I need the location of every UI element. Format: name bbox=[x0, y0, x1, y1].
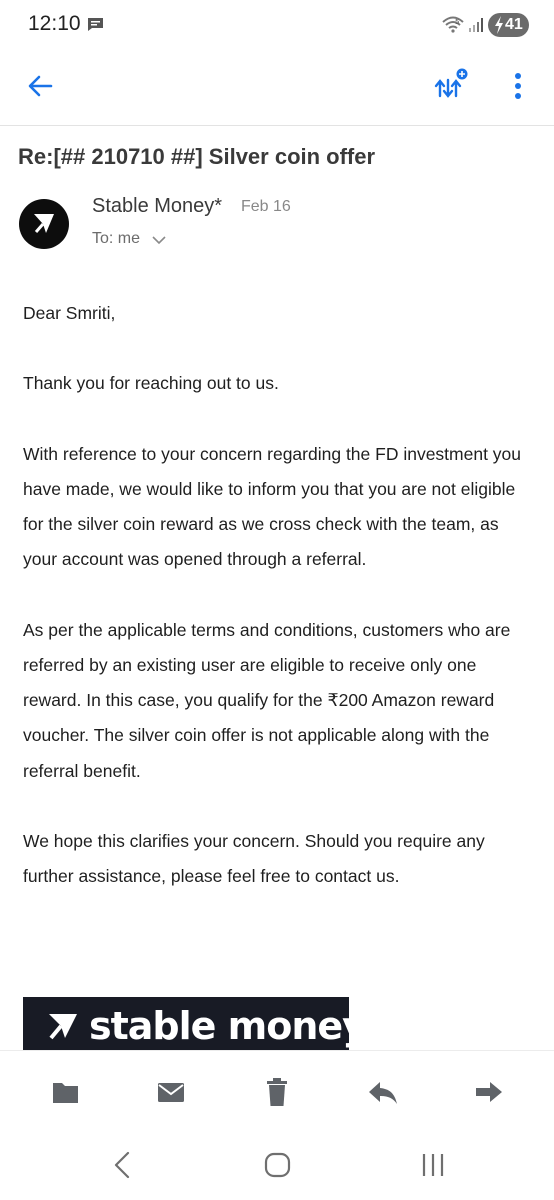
email-action-bar bbox=[0, 1050, 554, 1132]
recipient-line: To: me bbox=[92, 230, 141, 247]
email-date: Feb 16 bbox=[241, 198, 291, 215]
signal-icon bbox=[469, 18, 483, 32]
stable-money-mark-icon bbox=[49, 1014, 77, 1040]
battery-level: 41 bbox=[505, 16, 523, 33]
recipient-details-toggle[interactable]: To: me bbox=[92, 230, 166, 248]
email-paragraph: Dear Smriti, bbox=[23, 303, 116, 323]
email-paragraph: We hope this clarifies your concern. Sho… bbox=[23, 830, 485, 887]
email-paragraph: Thank you for reaching out to us. bbox=[23, 373, 279, 394]
stable-money-logo-banner: stable money bbox=[23, 997, 349, 1050]
sort-spark-icon[interactable] bbox=[432, 66, 472, 102]
sender-name: Stable Money* bbox=[92, 195, 223, 217]
arrow-left-icon[interactable] bbox=[22, 68, 58, 104]
archive-icon[interactable] bbox=[50, 1077, 82, 1107]
back-nav-icon[interactable] bbox=[106, 1149, 140, 1181]
message-notification-icon bbox=[88, 18, 103, 31]
recents-nav-icon[interactable] bbox=[416, 1149, 450, 1181]
chevron-down-icon bbox=[152, 235, 166, 244]
mail-icon[interactable] bbox=[155, 1077, 187, 1107]
email-paragraph: With reference to your concern regarding… bbox=[23, 443, 522, 570]
forward-icon[interactable] bbox=[472, 1077, 504, 1107]
sender-avatar[interactable] bbox=[19, 199, 69, 249]
email-body: Dear Smriti, Thank you for reaching out … bbox=[23, 296, 535, 930]
wifi-icon: 5 bbox=[442, 16, 464, 33]
status-bar: 12:10 5 41 bbox=[0, 0, 554, 52]
email-subject: Re:[## 210710 ##] Silver coin offer bbox=[18, 144, 376, 169]
svg-text:5: 5 bbox=[455, 18, 459, 26]
top-app-bar bbox=[0, 52, 554, 126]
stable-money-logo-icon bbox=[34, 214, 54, 233]
charging-bolt-icon bbox=[495, 16, 503, 34]
logo-wordmark: stable money bbox=[89, 1004, 349, 1048]
more-vert-icon[interactable] bbox=[502, 68, 534, 104]
battery-indicator: 41 bbox=[488, 13, 529, 37]
system-nav-bar bbox=[0, 1132, 554, 1200]
home-nav-icon[interactable] bbox=[261, 1149, 295, 1181]
reply-icon[interactable] bbox=[367, 1077, 399, 1107]
email-paragraph: As per the applicable terms and conditio… bbox=[23, 619, 511, 781]
delete-icon[interactable] bbox=[261, 1077, 293, 1107]
status-time: 12:10 bbox=[28, 12, 81, 35]
email-screen: 12:10 5 41 Re:[## 210710 ##] Silver coin… bbox=[0, 0, 554, 1200]
